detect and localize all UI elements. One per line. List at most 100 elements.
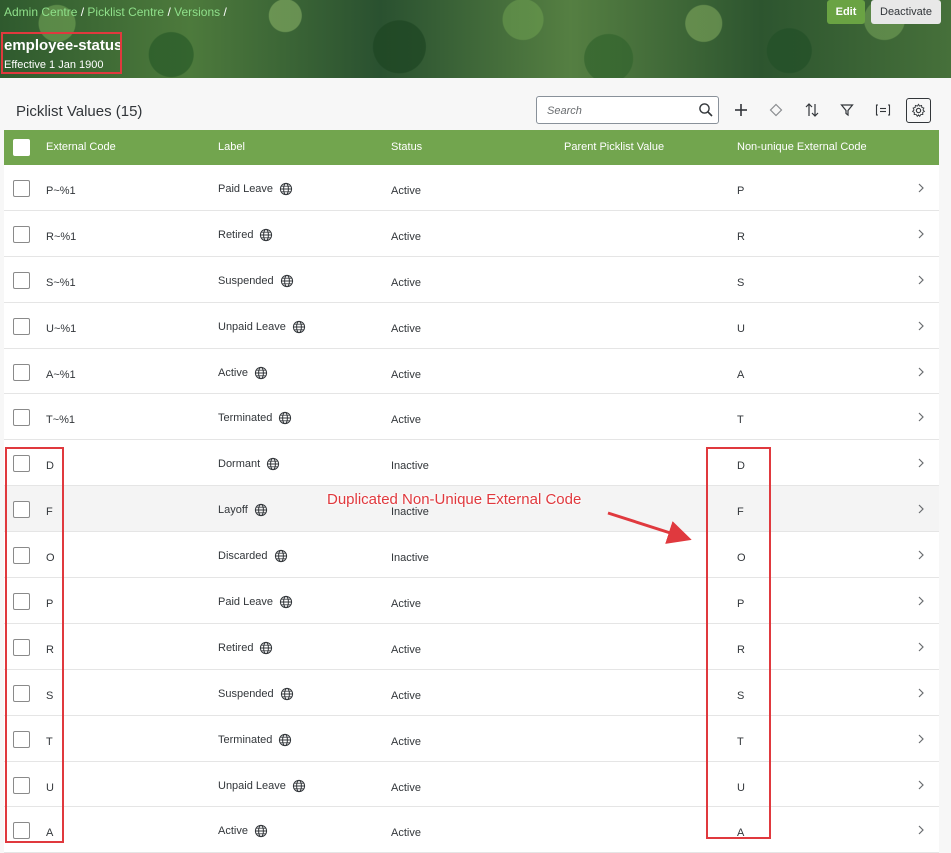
globe-icon[interactable] <box>279 182 293 196</box>
external-code-cell: T~%1 <box>46 414 76 427</box>
label-text: Dormant <box>218 458 261 471</box>
row-checkbox[interactable] <box>13 271 30 289</box>
table-row[interactable]: A~%1 Active Active A <box>4 348 939 395</box>
chevron-right-icon[interactable] <box>916 366 926 381</box>
status-cell: Inactive <box>391 460 429 473</box>
chevron-right-icon[interactable] <box>916 503 926 518</box>
col-non-unique-external-code[interactable]: Non-unique External Code <box>737 141 867 153</box>
row-checkbox[interactable] <box>13 363 30 381</box>
label-text: Unpaid Leave <box>218 779 286 792</box>
deactivate-button[interactable]: Deactivate <box>871 0 941 24</box>
globe-icon[interactable] <box>259 228 273 242</box>
chevron-right-icon[interactable] <box>916 457 926 472</box>
status-cell: Active <box>391 230 421 243</box>
chevron-right-icon[interactable] <box>916 549 926 564</box>
table-row[interactable]: R Retired Active R <box>4 623 939 670</box>
breadcrumb-admin-centre[interactable]: Admin Centre <box>4 5 77 19</box>
non-unique-code-cell: A <box>737 368 745 381</box>
row-checkbox[interactable] <box>13 180 30 197</box>
chevron-right-icon[interactable] <box>916 411 926 426</box>
globe-icon[interactable] <box>278 733 292 747</box>
settings-icon[interactable] <box>906 98 931 123</box>
label-cell: Suspended <box>218 274 294 288</box>
table-row[interactable]: U~%1 Unpaid Leave Active U <box>4 302 939 349</box>
breadcrumb-picklist-centre[interactable]: Picklist Centre <box>87 5 164 19</box>
table-row[interactable]: T~%1 Terminated Active T <box>4 394 939 441</box>
picklist-values-title: Picklist Values (15) <box>16 103 143 120</box>
globe-icon[interactable] <box>292 779 306 793</box>
filter-icon[interactable] <box>836 99 858 121</box>
globe-icon[interactable] <box>254 503 268 517</box>
select-all-checkbox[interactable] <box>13 139 30 156</box>
globe-icon[interactable] <box>254 366 268 380</box>
label-text: Unpaid Leave <box>218 320 286 333</box>
globe-icon[interactable] <box>280 274 294 288</box>
chevron-right-icon[interactable] <box>916 824 926 839</box>
breadcrumb: Admin Centre / Picklist Centre / Version… <box>4 5 227 19</box>
table-row[interactable]: P Paid Leave Active P <box>4 578 939 624</box>
globe-icon[interactable] <box>278 411 292 425</box>
status-cell: Active <box>391 598 421 611</box>
table-row[interactable]: O Discarded Inactive O <box>4 532 939 579</box>
col-status[interactable]: Status <box>391 141 422 153</box>
label-cell: Dormant <box>218 457 280 471</box>
globe-icon[interactable] <box>254 824 268 838</box>
group-icon[interactable] <box>872 99 894 121</box>
status-cell: Active <box>391 689 421 702</box>
status-cell: Active <box>391 781 421 794</box>
table-row[interactable]: A Active Active A <box>4 807 939 853</box>
chevron-right-icon[interactable] <box>916 182 926 197</box>
label-text: Terminated <box>218 412 273 425</box>
table-row[interactable]: T Terminated Active T <box>4 715 939 762</box>
col-label[interactable]: Label <box>218 141 245 153</box>
label-text: Paid Leave <box>218 183 274 195</box>
table-body: P~%1 Paid Leave Active P R~%1 Retired Active R S… <box>4 165 939 853</box>
search-field[interactable] <box>536 96 719 124</box>
search-icon[interactable] <box>698 102 714 118</box>
label-cell: Active <box>218 366 268 380</box>
chevron-right-icon[interactable] <box>916 687 926 702</box>
status-cell: Active <box>391 643 421 656</box>
label-text: Retired <box>218 228 254 241</box>
row-checkbox[interactable] <box>13 225 30 243</box>
chevron-right-icon[interactable] <box>916 595 926 610</box>
sort-icon[interactable] <box>801 99 823 121</box>
table-row[interactable]: D Dormant Inactive D <box>4 440 939 487</box>
row-checkbox[interactable] <box>13 409 30 427</box>
chevron-right-icon[interactable] <box>916 641 926 656</box>
non-unique-code-highlight-box <box>706 447 771 839</box>
label-cell: Unpaid Leave <box>218 320 306 334</box>
non-unique-code-cell: T <box>737 414 744 427</box>
label-text: Paid Leave <box>218 596 274 609</box>
non-unique-code-cell: R <box>737 230 745 243</box>
label-cell: Layoff <box>218 503 268 517</box>
globe-icon[interactable] <box>279 595 293 609</box>
add-icon[interactable] <box>730 99 752 121</box>
col-external-code[interactable]: External Code <box>46 141 116 153</box>
table-row[interactable]: U Unpaid Leave Active U <box>4 761 939 808</box>
globe-icon[interactable] <box>259 641 273 655</box>
col-parent-picklist-value[interactable]: Parent Picklist Value <box>564 141 664 153</box>
globe-icon[interactable] <box>280 687 294 701</box>
label-text: Active <box>218 825 248 838</box>
label-cell: Retired <box>218 228 273 242</box>
breadcrumb-versions[interactable]: Versions <box>174 5 220 19</box>
diamond-icon[interactable] <box>765 99 787 121</box>
search-input[interactable] <box>545 101 699 121</box>
row-checkbox[interactable] <box>13 317 30 335</box>
table-row[interactable]: S~%1 Suspended Active S <box>4 256 939 303</box>
globe-icon[interactable] <box>292 320 306 334</box>
chevron-right-icon[interactable] <box>916 228 926 243</box>
chevron-right-icon[interactable] <box>916 320 926 335</box>
globe-icon[interactable] <box>274 549 288 563</box>
non-unique-code-cell: P <box>737 185 745 197</box>
chevron-right-icon[interactable] <box>916 274 926 289</box>
table-row[interactable]: P~%1 Paid Leave Active P <box>4 165 939 211</box>
table-row[interactable]: S Suspended Active S <box>4 669 939 716</box>
chevron-right-icon[interactable] <box>916 779 926 794</box>
globe-icon[interactable] <box>266 457 280 471</box>
edit-button[interactable]: Edit <box>827 0 865 24</box>
chevron-right-icon[interactable] <box>916 733 926 748</box>
table-row[interactable]: R~%1 Retired Active R <box>4 210 939 257</box>
label-cell: Suspended <box>218 687 294 701</box>
